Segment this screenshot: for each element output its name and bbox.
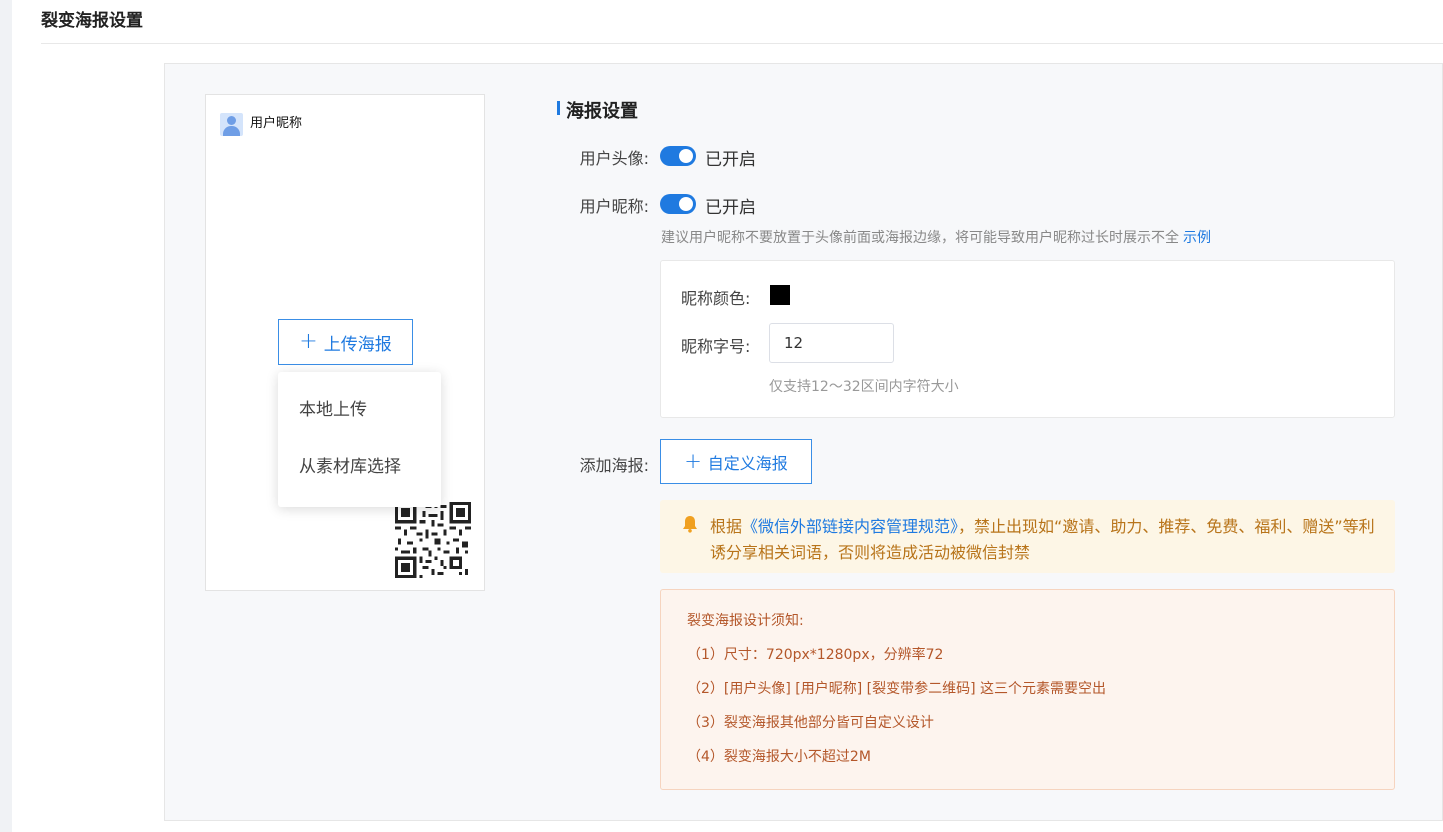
note-item: （2）[用户头像] [用户昵称] [裂变带参二维码] 这三个元素需要空出 [687, 681, 1107, 697]
warning-prefix: 根据 [710, 517, 743, 536]
menu-item-local-upload[interactable]: 本地上传 [278, 382, 441, 438]
poster-preview: 用户昵称 + 上传海报 [205, 94, 485, 591]
avatar [220, 113, 243, 136]
nickname-label: 用户昵称: [579, 197, 649, 216]
color-label: 昵称颜色: [681, 289, 751, 308]
section-title: 海报设置 [557, 97, 638, 123]
upload-poster-label: 上传海报 [323, 334, 392, 355]
design-notes: 裂变海报设计须知: （1）尺寸：720px*1280px，分辨率72 （2）[用… [660, 589, 1395, 790]
add-poster-label: 添加海报: [579, 456, 649, 475]
note-item: （4）裂变海报大小不超过2M [687, 749, 871, 765]
divider [41, 43, 1443, 44]
bell-icon [683, 516, 697, 533]
avatar-label: 用户头像: [579, 149, 649, 168]
avatar-status: 已开启 [705, 150, 756, 170]
upload-menu: 本地上传 从素材库选择 [278, 372, 441, 507]
upload-poster-button[interactable]: + 上传海报 [278, 319, 413, 365]
size-range-hint: 仅支持12～32区间内字符大小 [769, 379, 959, 395]
nickname-toggle[interactable] [660, 194, 696, 214]
plus-icon: + [684, 449, 702, 473]
warning-banner: 根据《微信外部链接内容管理规范》，禁止出现如“邀请、助力、推荐、免费、福利、赠送… [660, 500, 1395, 573]
page-container: 裂变海报设置 用户昵称 + 上传海报 本地上传 从素材库选择 海报设置 用户头像… [12, 0, 1443, 832]
plus-icon: + [299, 329, 318, 354]
example-link[interactable]: 示例 [1183, 230, 1211, 246]
avatar-toggle[interactable] [660, 146, 696, 166]
custom-poster-label: 自定义海报 [707, 453, 788, 473]
menu-item-material-library[interactable]: 从素材库选择 [278, 438, 441, 497]
note-item: （3）裂变海报其他部分皆可自定义设计 [687, 715, 934, 731]
poster-nickname: 用户昵称 [250, 116, 303, 131]
font-size-input[interactable] [769, 323, 894, 363]
nickname-hint: 建议用户昵称不要放置于头像前面或海报边缘，将可能导致用户昵称过长时展示不全 示例 [661, 227, 1211, 247]
color-swatch[interactable] [770, 285, 790, 305]
note-item: （1）尺寸：720px*1280px，分辨率72 [687, 647, 944, 663]
qr-code-icon [395, 502, 471, 578]
size-label: 昵称字号: [681, 337, 751, 356]
custom-poster-button[interactable]: + 自定义海报 [660, 439, 812, 484]
warning-text: 根据《微信外部链接内容管理规范》，禁止出现如“邀请、助力、推荐、免费、福利、赠送… [710, 514, 1380, 566]
page-title: 裂变海报设置 [41, 11, 143, 31]
nickname-hint-text: 建议用户昵称不要放置于头像前面或海报边缘，将可能导致用户昵称过长时展示不全 [661, 230, 1179, 246]
regulation-link[interactable]: 《微信外部链接内容管理规范》 [742, 517, 958, 536]
notes-title: 裂变海报设计须知: [687, 613, 804, 629]
nickname-status: 已开启 [705, 198, 756, 218]
